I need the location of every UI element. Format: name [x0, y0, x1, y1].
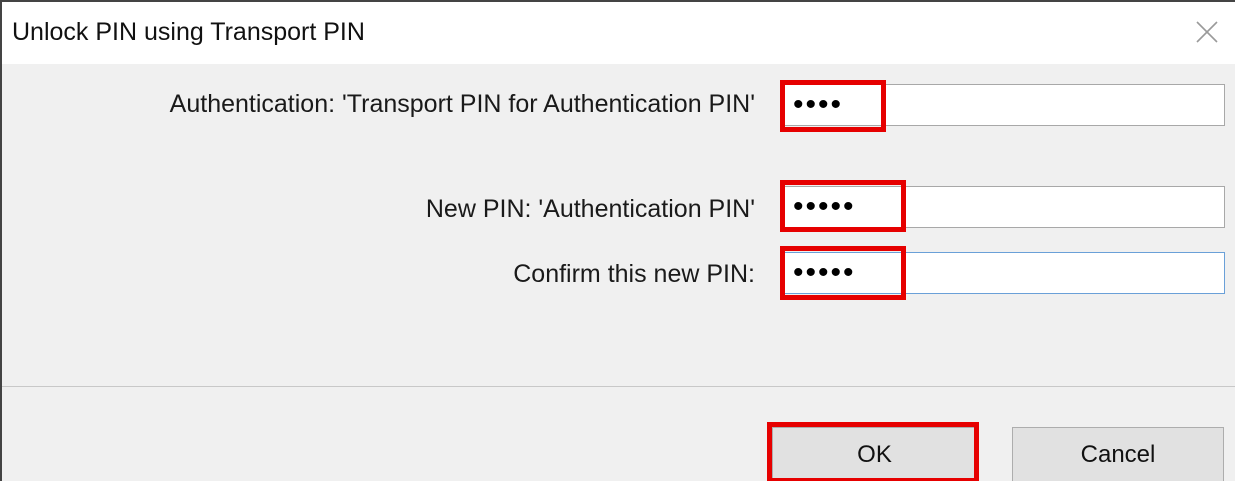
ok-button[interactable]: OK: [772, 427, 977, 481]
unlock-pin-dialog: Unlock PIN using Transport PIN Authentic…: [0, 0, 1235, 481]
close-button[interactable]: [1189, 14, 1225, 50]
dialog-titlebar: Unlock PIN using Transport PIN: [2, 2, 1235, 64]
confirm-pin-input[interactable]: •••••: [780, 252, 1225, 294]
new-pin-input[interactable]: •••••: [780, 186, 1225, 228]
confirm-pin-label: Confirm this new PIN:: [513, 260, 755, 288]
transport-pin-label: Authentication: 'Transport PIN for Authe…: [169, 90, 755, 118]
new-pin-label: New PIN: 'Authentication PIN': [425, 195, 755, 223]
close-icon: [1196, 21, 1218, 43]
transport-pin-input[interactable]: ••••: [780, 84, 1225, 126]
cancel-button[interactable]: Cancel: [1012, 427, 1224, 481]
dialog-title: Unlock PIN using Transport PIN: [12, 18, 365, 46]
